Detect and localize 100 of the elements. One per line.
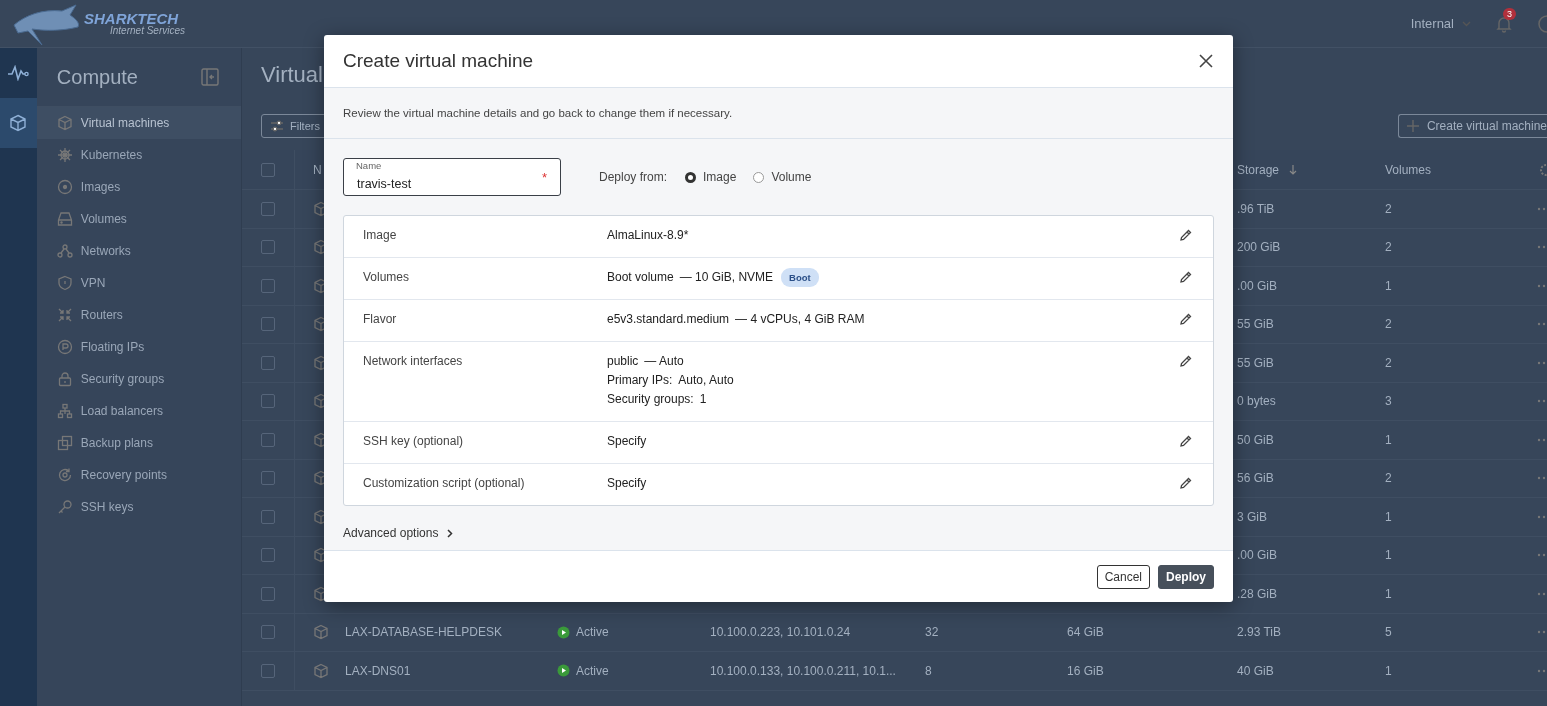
cube-icon bbox=[9, 114, 28, 132]
sidebar-label: SSH keys bbox=[80, 500, 134, 514]
cancel-button[interactable]: Cancel bbox=[1096, 564, 1150, 589]
summary-label: Volumes bbox=[363, 270, 411, 285]
deploy-button[interactable]: Deploy bbox=[1158, 564, 1214, 589]
storage-size: .00 GiB bbox=[1237, 278, 1278, 293]
ram-size: 64 GiB bbox=[1067, 625, 1104, 640]
create-vm-button[interactable]: Create virtual machine bbox=[1397, 114, 1547, 138]
column-header[interactable]: Volumes bbox=[1385, 162, 1432, 177]
checkbox[interactable] bbox=[261, 317, 275, 332]
checkbox[interactable] bbox=[261, 240, 275, 255]
checkbox[interactable] bbox=[261, 471, 275, 486]
sidebar-item[interactable]: Backup plans bbox=[36, 427, 241, 459]
checkbox[interactable] bbox=[261, 663, 275, 678]
sidebar-item[interactable]: Security groups bbox=[36, 363, 241, 395]
storage-size: 55 GiB bbox=[1237, 317, 1274, 332]
sidebar-label: Images bbox=[80, 180, 121, 194]
sidebar-item[interactable]: Virtual machines bbox=[36, 107, 241, 139]
summary-value: Boot volume bbox=[607, 269, 674, 286]
more-icon[interactable] bbox=[1537, 283, 1547, 288]
network-icon bbox=[56, 243, 73, 259]
chevron-right-icon bbox=[447, 528, 454, 538]
sidebar-item[interactable]: Floating IPs bbox=[36, 331, 241, 363]
sidebar-item[interactable]: Volumes bbox=[36, 203, 241, 235]
sidebar-label: Security groups bbox=[80, 372, 165, 386]
checkbox[interactable] bbox=[261, 586, 275, 601]
status-text: Active bbox=[576, 625, 609, 640]
summary-value: Specify bbox=[607, 433, 647, 450]
radio-option[interactable]: Image bbox=[685, 170, 737, 184]
summary-value: e5v3.standard.medium bbox=[607, 311, 730, 328]
pulse-icon bbox=[7, 65, 30, 81]
summary-detail: Auto, Auto bbox=[678, 372, 734, 389]
sidebar-item[interactable]: Images bbox=[36, 171, 241, 203]
volume-count: 2 bbox=[1385, 240, 1392, 255]
sliders-icon bbox=[270, 119, 284, 133]
column-header[interactable]: N bbox=[313, 162, 322, 177]
sidebar-item[interactable]: Recovery points bbox=[36, 459, 241, 491]
pencil-icon[interactable] bbox=[1180, 229, 1192, 241]
drive-icon bbox=[56, 211, 73, 227]
more-icon[interactable] bbox=[1537, 476, 1547, 481]
more-icon[interactable] bbox=[1537, 514, 1547, 519]
pencil-icon[interactable] bbox=[1180, 355, 1192, 367]
summary-value: AlmaLinux-8.9* bbox=[607, 227, 689, 244]
checkbox[interactable] bbox=[261, 432, 275, 447]
more-icon[interactable] bbox=[1537, 630, 1547, 635]
sidebar-item[interactable]: Routers bbox=[36, 299, 241, 331]
sidebar-item[interactable]: SSH keys bbox=[36, 491, 241, 523]
advanced-options-link[interactable]: Advanced options bbox=[343, 526, 454, 540]
sidebar-item[interactable]: Load balancers bbox=[36, 395, 241, 427]
summary-label: Customization script (optional) bbox=[363, 476, 526, 491]
more-icon[interactable] bbox=[1537, 245, 1547, 250]
checkbox[interactable] bbox=[261, 162, 275, 177]
stack-icon bbox=[56, 435, 73, 451]
more-icon[interactable] bbox=[1537, 437, 1547, 442]
checkbox[interactable] bbox=[261, 355, 275, 370]
filters-button[interactable]: Filters bbox=[261, 114, 327, 138]
more-icon[interactable] bbox=[1537, 668, 1547, 673]
sidebar-item[interactable]: VPN bbox=[36, 267, 241, 299]
checkbox[interactable] bbox=[261, 278, 275, 293]
pencil-icon[interactable] bbox=[1180, 313, 1192, 325]
checkbox[interactable] bbox=[261, 394, 275, 409]
summary-detail: — 4 vCPUs, 4 GiB RAM bbox=[735, 311, 865, 328]
sidebar-item[interactable]: Networks bbox=[36, 235, 241, 267]
checkbox[interactable] bbox=[261, 625, 275, 640]
radio-label: Image bbox=[703, 170, 737, 184]
plus-icon bbox=[1406, 120, 1419, 132]
pencil-icon[interactable] bbox=[1180, 271, 1192, 283]
summary-label: Network interfaces bbox=[363, 354, 464, 369]
volume-count: 1 bbox=[1385, 586, 1392, 601]
vm-name[interactable]: LAX-DATABASE-HELPDESK bbox=[345, 625, 502, 640]
more-icon[interactable] bbox=[1537, 553, 1547, 558]
required-mark: * bbox=[541, 170, 547, 185]
close-icon[interactable] bbox=[1199, 54, 1213, 68]
checkbox[interactable] bbox=[261, 201, 275, 216]
radio-option[interactable]: Volume bbox=[753, 170, 812, 184]
sort-icon[interactable] bbox=[1289, 164, 1298, 175]
summary-value: Specify bbox=[607, 475, 647, 492]
pencil-icon[interactable] bbox=[1180, 477, 1192, 489]
project-dropdown[interactable]: Internal bbox=[1410, 16, 1471, 31]
collapse-icon[interactable] bbox=[201, 68, 219, 86]
user-icon[interactable] bbox=[1537, 13, 1547, 34]
status-icon bbox=[557, 625, 570, 639]
shield-icon bbox=[56, 275, 73, 291]
vm-name[interactable]: LAX-DNS01 bbox=[345, 663, 411, 678]
more-icon[interactable] bbox=[1537, 399, 1547, 404]
page-title: Virtual bbox=[261, 62, 323, 88]
pencil-icon[interactable] bbox=[1180, 435, 1192, 447]
sidebar-label: Volumes bbox=[80, 212, 127, 226]
checkbox[interactable] bbox=[261, 548, 275, 563]
sidebar-item[interactable]: Kubernetes bbox=[36, 139, 241, 171]
boot-badge: Boot bbox=[781, 268, 819, 287]
more-icon[interactable] bbox=[1537, 206, 1547, 211]
checkbox[interactable] bbox=[261, 509, 275, 524]
vcpu-count: 8 bbox=[925, 663, 932, 678]
more-icon[interactable] bbox=[1537, 322, 1547, 327]
more-icon[interactable] bbox=[1537, 591, 1547, 596]
more-icon[interactable] bbox=[1537, 360, 1547, 365]
column-header[interactable]: Storage bbox=[1237, 162, 1280, 177]
summary-value: public bbox=[607, 353, 639, 370]
summary-label: Image bbox=[363, 228, 398, 243]
